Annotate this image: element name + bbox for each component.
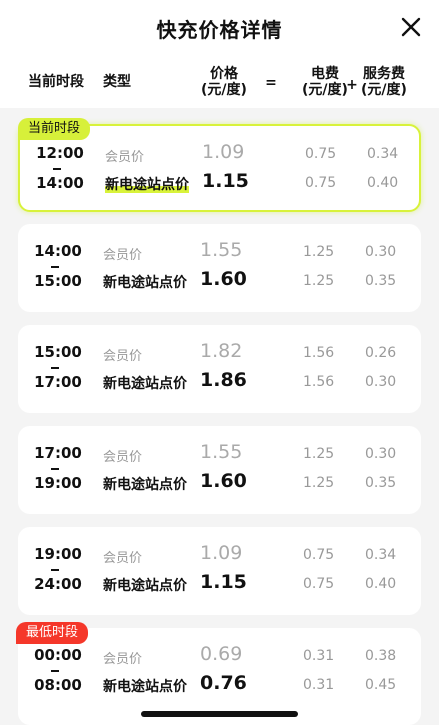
price-row: 14:00 15:00 会员价新电途站点价 1.55 1.60 1.25 1.25 0.30 0… bbox=[18, 224, 421, 312]
page-title: 快充价格详情 bbox=[156, 18, 283, 42]
price-unit: (元/度) bbox=[201, 82, 247, 98]
service-unit: (元/度) bbox=[361, 82, 407, 98]
price-row: 19:00 24:00 会员价新电途站点价 1.09 1.15 0.75 0.75 0.34 0… bbox=[18, 527, 421, 615]
member-electricity-fee: 0.31 bbox=[303, 648, 335, 664]
station-price-label: 新电途站点价 bbox=[103, 477, 187, 493]
close-icon[interactable] bbox=[397, 13, 425, 41]
station-price: 0.76 bbox=[200, 672, 247, 694]
member-label: 会员价 bbox=[103, 652, 143, 667]
time-start: 17:00 bbox=[34, 444, 82, 462]
column-header-service: 服务费 (元/度) bbox=[356, 66, 412, 98]
station-price-label: 新电途站点价 bbox=[103, 679, 187, 695]
member-service-fee: 0.34 bbox=[365, 547, 397, 563]
time-start: 19:00 bbox=[34, 545, 82, 563]
price-row: 15:00 17:00 会员价新电途站点价 1.82 1.86 1.56 1.56 0.26 0… bbox=[18, 325, 421, 413]
time-start: 00:00 bbox=[34, 646, 82, 664]
station-electricity-fee: 0.31 bbox=[303, 677, 335, 693]
member-electricity-fee: 1.56 bbox=[303, 345, 335, 361]
time-end: 24:00 bbox=[34, 575, 82, 593]
lowest-period-badge: 最低时段 bbox=[16, 622, 89, 644]
station-service-fee: 0.45 bbox=[365, 677, 397, 693]
price-row: 当前时段 12:00 14:00 会员价新电途站点价 1.09 1.15 0.75 0.75 0… bbox=[18, 118, 421, 212]
member-label: 会员价 bbox=[105, 150, 145, 165]
member-label: 会员价 bbox=[103, 349, 143, 364]
station-electricity-fee: 1.25 bbox=[303, 475, 335, 491]
station-service-fee: 0.35 bbox=[365, 273, 397, 289]
home-indicator bbox=[141, 711, 298, 717]
member-service-fee: 0.34 bbox=[367, 146, 399, 162]
station-price-label: 新电途站点价 bbox=[103, 275, 187, 291]
member-price: 1.82 bbox=[200, 340, 243, 362]
member-electricity-fee: 1.25 bbox=[303, 446, 335, 462]
station-price: 1.15 bbox=[200, 571, 247, 593]
station-price: 1.60 bbox=[200, 470, 247, 492]
station-price-label: 新电途站点价 bbox=[105, 174, 189, 194]
member-label: 会员价 bbox=[103, 248, 143, 263]
member-price: 1.09 bbox=[200, 542, 243, 564]
time-end: 17:00 bbox=[34, 373, 82, 391]
column-header-type: 类型 bbox=[103, 74, 131, 90]
time-end: 15:00 bbox=[34, 272, 82, 290]
station-electricity-fee: 0.75 bbox=[303, 576, 335, 592]
member-service-fee: 0.38 bbox=[365, 648, 397, 664]
column-header-elec: 电费 (元/度) bbox=[297, 66, 353, 98]
station-price: 1.86 bbox=[200, 369, 247, 391]
member-label: 会员价 bbox=[103, 450, 143, 465]
member-electricity-fee: 0.75 bbox=[303, 547, 335, 563]
time-end: 19:00 bbox=[34, 474, 82, 492]
time-start: 12:00 bbox=[36, 144, 84, 162]
member-electricity-fee: 1.25 bbox=[303, 244, 335, 260]
elec-unit: (元/度) bbox=[302, 82, 348, 98]
member-service-fee: 0.26 bbox=[365, 345, 397, 361]
column-header-time: 当前时段 bbox=[28, 74, 84, 90]
equals-sign: = bbox=[265, 75, 277, 91]
time-range-dash bbox=[51, 468, 59, 470]
station-price-label-text: 新电途站点价 bbox=[105, 177, 189, 193]
current-period-badge: 当前时段 bbox=[18, 118, 91, 140]
station-price: 1.15 bbox=[202, 170, 249, 192]
member-price: 1.09 bbox=[202, 141, 245, 163]
time-range-dash bbox=[53, 168, 61, 170]
member-price: 1.55 bbox=[200, 441, 243, 463]
time-range-dash bbox=[51, 367, 59, 369]
station-price: 1.60 bbox=[200, 268, 247, 290]
member-price: 1.55 bbox=[200, 239, 243, 261]
service-label: 服务费 bbox=[363, 66, 405, 82]
station-service-fee: 0.35 bbox=[365, 475, 397, 491]
station-electricity-fee: 1.25 bbox=[303, 273, 335, 289]
station-service-fee: 0.40 bbox=[365, 576, 397, 592]
header-bar: 快充价格详情 当前时段 类型 价格 (元/度) = 电费 (元/度) + 服务费… bbox=[0, 0, 439, 108]
elec-label: 电费 bbox=[311, 66, 339, 82]
time-range-dash bbox=[51, 569, 59, 571]
member-service-fee: 0.30 bbox=[365, 446, 397, 462]
price-label: 价格 bbox=[210, 66, 238, 82]
member-label: 会员价 bbox=[103, 551, 143, 566]
time-end: 14:00 bbox=[36, 174, 84, 192]
member-service-fee: 0.30 bbox=[365, 244, 397, 260]
time-end: 08:00 bbox=[34, 676, 82, 694]
station-electricity-fee: 1.56 bbox=[303, 374, 335, 390]
time-range-dash bbox=[51, 266, 59, 268]
station-price-label: 新电途站点价 bbox=[103, 376, 187, 392]
time-start: 15:00 bbox=[34, 343, 82, 361]
member-electricity-fee: 0.75 bbox=[305, 146, 337, 162]
price-row: 17:00 19:00 会员价新电途站点价 1.55 1.60 1.25 1.25 0.30 0… bbox=[18, 426, 421, 514]
station-electricity-fee: 0.75 bbox=[305, 175, 337, 191]
time-range-dash bbox=[51, 670, 59, 672]
station-price-label: 新电途站点价 bbox=[103, 578, 187, 594]
column-header-price: 价格 (元/度) bbox=[196, 66, 252, 98]
member-price: 0.69 bbox=[200, 643, 243, 665]
time-start: 14:00 bbox=[34, 242, 82, 260]
station-service-fee: 0.30 bbox=[365, 374, 397, 390]
station-service-fee: 0.40 bbox=[367, 175, 399, 191]
